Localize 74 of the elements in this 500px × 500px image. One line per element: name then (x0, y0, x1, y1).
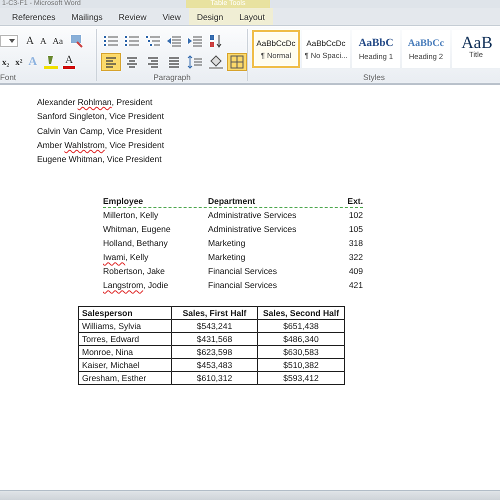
table-cell-text: Iwami, Kelly (103, 251, 150, 264)
table-cell: Monroe, Nina (78, 346, 172, 359)
shrink-font-button[interactable]: A (38, 32, 48, 48)
table-cell: Kaiser, Michael (78, 358, 172, 372)
table-cell-text: Administrative Services (208, 223, 298, 236)
ribbon-tab[interactable]: Mailings (63, 8, 111, 25)
table-cell-text: 322 (348, 251, 363, 264)
column-header: Sales, First Half (172, 306, 258, 320)
table-cell-text: 318 (348, 237, 363, 250)
body-text-line: Eugene Whitman, Vice President (37, 153, 162, 166)
group-label: Styles (362, 73, 386, 82)
table-cell: $610,312 (172, 372, 258, 385)
table-cell-text: 409 (348, 265, 363, 278)
table-cell: Torres, Edward (78, 332, 172, 346)
column-header: Sales, Second Half (258, 306, 344, 320)
group-label: Font (0, 73, 18, 82)
table-cell-text: Administrative Services (208, 209, 298, 222)
table-cell-text: Langstrom, Jodie (103, 279, 170, 292)
group-label: Paragraph (152, 73, 192, 82)
paint-bucket-icon (208, 54, 224, 68)
highlighter-icon[interactable] (43, 54, 60, 70)
table-cell: $543,241 (172, 320, 258, 333)
superscript-button[interactable]: x² (13, 54, 24, 70)
table-cell: $651,438 (258, 320, 344, 333)
table-cell-text: Whitman, Eugene (103, 223, 172, 236)
column-header: Salesperson (78, 306, 172, 320)
column-header: Employee (103, 195, 144, 208)
body-text-line: Sanford Singleton, Vice President (37, 110, 164, 124)
table-cell-text: Financial Services (208, 279, 278, 292)
grow-font-button[interactable]: A (24, 32, 36, 48)
column-header: Ext. (346, 195, 363, 208)
table-cell: $453,483 (172, 358, 258, 372)
ribbon-tab[interactable]: References (4, 8, 64, 25)
ribbon-tab[interactable]: Review (110, 8, 155, 25)
column-header: Department (208, 195, 256, 208)
decrease-indent-icon (166, 34, 182, 48)
table-cell: $431,568 (172, 332, 258, 346)
body-text-line: Calvin Van Camp, Vice President (37, 124, 162, 138)
sort-icon (208, 34, 224, 48)
align-left-button[interactable] (101, 52, 122, 70)
table-cell-text: 421 (348, 279, 363, 292)
table-cell-text: Financial Services (208, 265, 278, 278)
increase-indent-icon (187, 34, 204, 48)
table-cell: $623,598 (172, 346, 258, 359)
font-size-field[interactable] (0, 34, 18, 46)
subscript-button[interactable]: x₂ (0, 54, 12, 70)
ribbon-tab[interactable]: Layout (231, 8, 273, 25)
font-color-button[interactable]: A (63, 54, 76, 69)
table-cell-text: 102 (348, 209, 363, 222)
table-cell: $593,412 (258, 372, 344, 385)
table-cell-text: Holland, Bethany (103, 237, 169, 250)
table-cell-text: Millerton, Kelly (103, 209, 160, 222)
table-cell: $630,583 (258, 346, 344, 359)
table-cell: Williams, Sylvia (78, 320, 172, 333)
caret-icon[interactable] (9, 38, 15, 42)
multilevel-list-icon (145, 34, 162, 48)
table-cell: Gresham, Esther (78, 372, 172, 385)
clear-formatting-icon[interactable] (68, 32, 85, 48)
line-spacing-icon (187, 54, 204, 68)
ribbon-tab[interactable]: Design (188, 8, 232, 25)
borders-button[interactable] (227, 52, 248, 70)
numbered-list-icon (124, 34, 140, 48)
ribbon-tab[interactable]: View (154, 8, 189, 25)
change-case-button[interactable]: Aa (50, 32, 65, 48)
table-cell: $486,340 (258, 332, 344, 346)
bullet-list-icon (103, 34, 120, 48)
body-text-line: Amber Wahlstrom, Vice President (37, 138, 164, 152)
table-cell-text: Marketing (208, 237, 246, 250)
borders-icon (229, 54, 246, 68)
table-cell: $510,382 (258, 358, 344, 372)
table-cell-text: 105 (348, 223, 363, 236)
table-cell-text: Robertson, Jake (103, 265, 166, 278)
table-cell-text: Marketing (208, 251, 246, 264)
body-text-line: Alexander Rohlman, President (37, 96, 152, 109)
